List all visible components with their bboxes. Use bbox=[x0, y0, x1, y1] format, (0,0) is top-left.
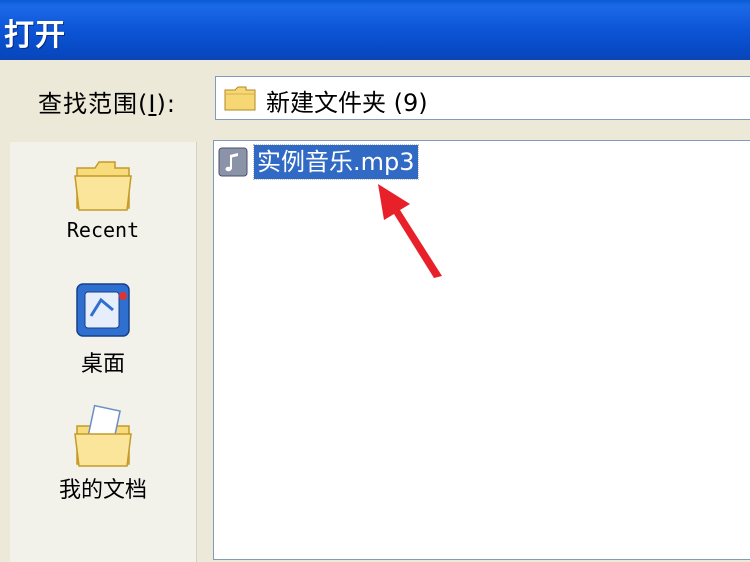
look-in-label: 查找范围(I): bbox=[38, 84, 176, 119]
place-desktop-label: 桌面 bbox=[80, 352, 125, 377]
look-in-label-suffix: ): bbox=[156, 90, 176, 118]
look-in-label-prefix: 查找范围( bbox=[38, 90, 149, 118]
audio-file-icon bbox=[218, 147, 248, 177]
my-documents-icon bbox=[74, 404, 132, 467]
place-my-documents[interactable]: 我的文档 bbox=[10, 404, 196, 504]
place-desktop[interactable]: 桌面 bbox=[10, 280, 196, 378]
places-bar: Recent 桌面 我的文档 bbox=[10, 142, 197, 562]
look-in-value: 新建文件夹 (9) bbox=[266, 89, 428, 117]
file-item-name: 实例音乐.mp3 bbox=[253, 144, 419, 180]
place-recent-label: Recent bbox=[66, 218, 140, 242]
window-title: 打开 bbox=[4, 18, 66, 53]
look-in-combo[interactable]: 新建文件夹 (9) bbox=[215, 76, 750, 120]
title-bar[interactable]: 打开 bbox=[0, 0, 750, 60]
desktop-icon bbox=[76, 283, 130, 337]
place-recent[interactable]: Recent bbox=[10, 158, 196, 242]
place-my-documents-label: 我的文档 bbox=[58, 478, 147, 503]
file-list[interactable]: 实例音乐.mp3 bbox=[213, 140, 750, 560]
recent-folder-icon bbox=[74, 161, 132, 211]
annotation-arrow-icon bbox=[378, 184, 442, 278]
folder-icon bbox=[224, 86, 256, 111]
